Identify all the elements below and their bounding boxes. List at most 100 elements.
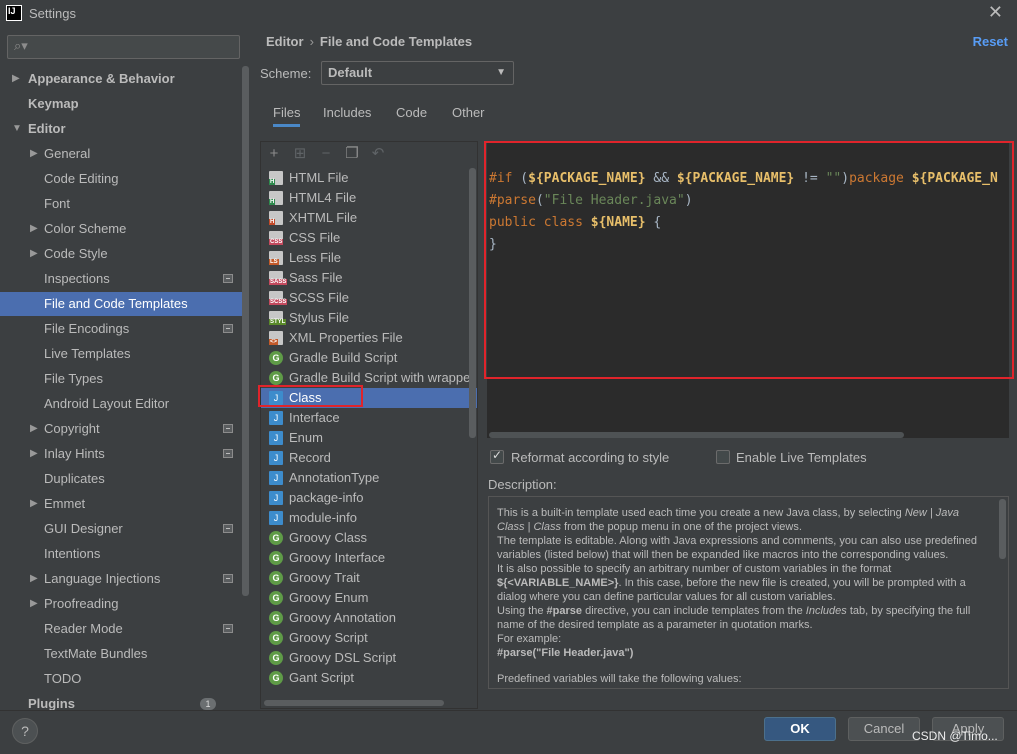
template-item-label: Groovy DSL Script [289,650,397,665]
search-icon: ⌕▾ [14,38,28,53]
cancel-button[interactable]: Cancel [848,717,920,741]
add-child-icon[interactable]: ⊞ [291,145,309,163]
template-item-groovy-trait[interactable]: G Groovy Trait [261,568,477,588]
sidebar-item-android-layout-editor[interactable]: Android Layout Editor [0,392,249,416]
file-type-tag: CSS [269,239,284,245]
sidebar-item-code-style[interactable]: ▶ Code Style [0,242,249,266]
project-scope-icon [223,324,233,333]
editor-highlight-box [484,141,1014,379]
live-templates-checkbox[interactable] [716,450,730,464]
sidebar-item-color-scheme[interactable]: ▶ Color Scheme [0,217,249,241]
template-item-module-info[interactable]: Jmodule-info [261,508,477,528]
copy-icon[interactable]: ❐ [343,145,361,163]
sidebar-item-appearance-behavior[interactable]: ▶ Appearance & Behavior [0,67,249,91]
template-item-groovy-annotation[interactable]: G Groovy Annotation [261,608,477,628]
sidebar-scrollbar[interactable] [242,66,249,596]
search-input[interactable]: ⌕▾ [7,35,240,59]
template-item-groovy-class[interactable]: G Groovy Class [261,528,477,548]
undo-icon[interactable]: ↶ [369,145,387,163]
sidebar-item-inspections[interactable]: Inspections [0,267,249,291]
template-item-sass-file[interactable]: SASS Sass File [261,268,477,288]
java-file-icon: J [269,411,283,425]
sidebar-item-live-templates[interactable]: Live Templates [0,342,249,366]
file-type-icon: LS [269,251,283,265]
tab-files[interactable]: Files [273,105,301,127]
template-item-scss-file[interactable]: SCSS SCSS File [261,288,477,308]
sidebar-item-gui-designer[interactable]: GUI Designer [0,517,249,541]
template-item-label: Stylus File [289,310,349,325]
breadcrumb-editor[interactable]: Editor [266,34,304,49]
template-item-html-file[interactable]: H HTML File [261,168,477,188]
template-item-annotationtype[interactable]: J AnnotationType [261,468,477,488]
sidebar-item-code-editing[interactable]: Code Editing [0,167,249,191]
file-type-icon: SCSS [269,291,288,305]
tab-code[interactable]: Code [396,105,427,127]
help-button[interactable]: ? [12,718,38,744]
sidebar-item-language-injections[interactable]: ▶ Language Injections [0,567,249,591]
java-file-icon: J [269,511,283,525]
sidebar-item-reader-mode[interactable]: Reader Mode [0,617,249,641]
template-item-package-info[interactable]: Jpackage-info [261,488,477,508]
template-item-groovy-dsl-script[interactable]: G Groovy DSL Script [261,648,477,668]
sidebar-item-duplicates[interactable]: Duplicates [0,467,249,491]
template-item-interface[interactable]: J Interface [261,408,477,428]
template-item-html4-file[interactable]: H HTML4 File [261,188,477,208]
template-item-label: Groovy Enum [289,590,369,605]
ok-button[interactable]: OK [764,717,836,741]
template-item-stylus-file[interactable]: STYL Stylus File [261,308,477,328]
template-item-gant-script[interactable]: G Gant Script [261,668,477,688]
description-scrollbar[interactable] [999,499,1006,559]
file-type-icon: H [269,211,283,225]
template-item-gradle-build-script[interactable]: G Gradle Build Script [261,348,477,368]
file-type-icon: H [269,191,283,205]
template-item-less-file[interactable]: LS Less File [261,248,477,268]
template-item-groovy-script[interactable]: G Groovy Script [261,628,477,648]
live-templates-label[interactable]: Enable Live Templates [736,450,867,465]
description-panel: This is a built-in template used each ti… [488,496,1009,689]
sidebar-item-general[interactable]: ▶ General [0,142,249,166]
sidebar-item-keymap[interactable]: Keymap [0,92,249,116]
sidebar-item-proofreading[interactable]: ▶ Proofreading [0,592,249,616]
sidebar-item-copyright[interactable]: ▶ Copyright [0,417,249,441]
sidebar-item-editor[interactable]: ▼ Editor [0,117,249,141]
file-type-tag: SASS [269,279,288,285]
sidebar-item-file-types[interactable]: File Types [0,367,249,391]
template-list-scrollbar[interactable] [469,168,476,438]
remove-icon[interactable]: − [317,145,335,163]
sidebar-item-todo[interactable]: TODO [0,667,249,691]
editor-hscrollbar[interactable] [489,432,904,438]
sidebar-item-emmet[interactable]: ▶ Emmet [0,492,249,516]
template-item-enum[interactable]: J Enum [261,428,477,448]
sidebar-item-inlay-hints[interactable]: ▶ Inlay Hints [0,442,249,466]
sidebar-item-textmate-bundles[interactable]: TextMate Bundles [0,642,249,666]
file-type-icon: H [269,171,283,185]
tab-includes[interactable]: Includes [323,105,371,127]
reset-link[interactable]: Reset [973,34,1008,49]
template-item-xml-properties-file[interactable]: <> XML Properties File [261,328,477,348]
java-file-icon: J [269,491,283,505]
template-item-record[interactable]: J Record [261,448,477,468]
template-item-xhtml-file[interactable]: H XHTML File [261,208,477,228]
template-item-css-file[interactable]: CSS CSS File [261,228,477,248]
sidebar-item-font[interactable]: Font [0,192,249,216]
reformat-checkbox[interactable] [490,448,504,464]
file-type-icon: CSS [269,231,284,245]
sidebar-item-file-encodings[interactable]: File Encodings [0,317,249,341]
template-list-hscrollbar[interactable] [264,700,444,706]
file-type-tag: H [269,219,276,225]
sidebar-item-file-and-code-templates[interactable]: File and Code Templates [0,292,249,316]
template-item-label: package-info [289,490,364,505]
template-item-label: Groovy Interface [289,550,386,565]
sidebar-item-plugins[interactable]: Plugins 1 [0,692,249,710]
template-item-groovy-enum[interactable]: G Groovy Enum [261,588,477,608]
sidebar-item-intentions[interactable]: Intentions [0,542,249,566]
settings-sidebar: ⌕▾ ▶ Appearance & Behavior Keymap ▼ Editor… [0,26,249,710]
close-icon[interactable]: ✕ [988,2,1003,23]
groovy-file-icon: G [269,611,283,625]
template-item-groovy-interface[interactable]: G Groovy Interface [261,548,477,568]
tab-other[interactable]: Other [452,105,485,127]
add-icon[interactable]: + [265,145,283,163]
scheme-dropdown[interactable]: Default ▼ [321,61,514,85]
reformat-label[interactable]: Reformat according to style [511,450,669,465]
groovy-file-icon: G [269,371,283,385]
